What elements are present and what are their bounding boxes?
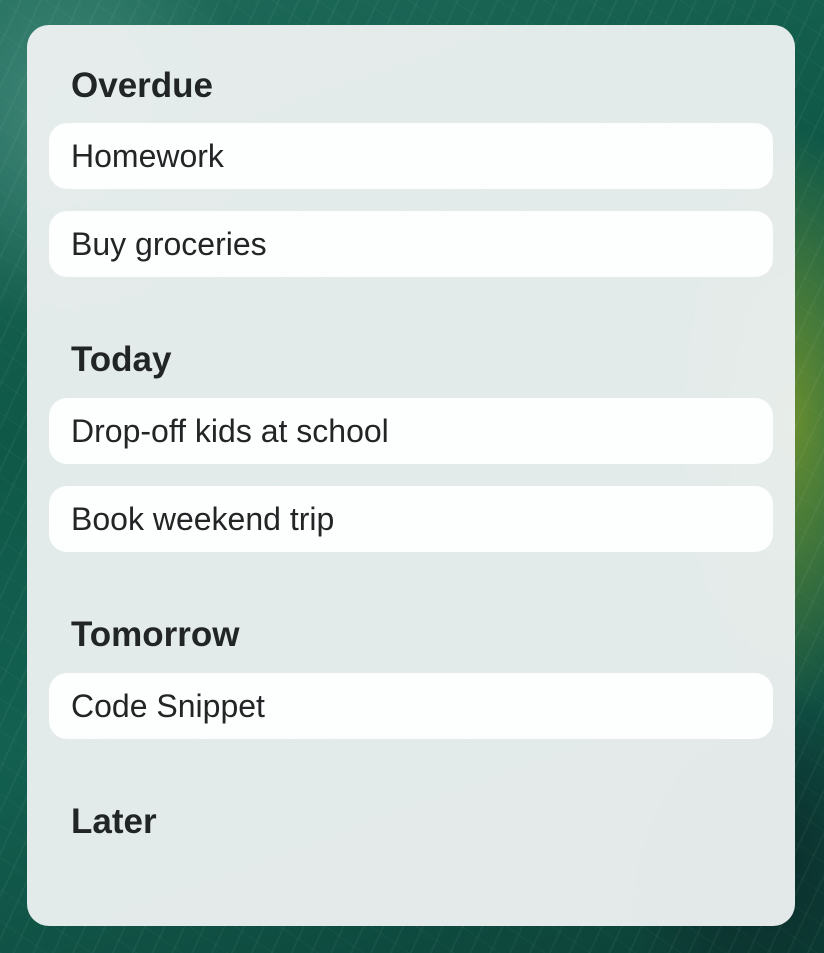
- section-header-today: Today: [71, 340, 172, 379]
- section-header-overdue: Overdue: [71, 66, 213, 105]
- task-item[interactable]: Homework: [49, 123, 773, 189]
- section-header-later: Later: [71, 802, 157, 841]
- task-list-widget: Overdue Homework Buy groceries Today Dro…: [27, 25, 795, 926]
- task-item[interactable]: Book weekend trip: [49, 486, 773, 552]
- task-item[interactable]: Drop-off kids at school: [49, 398, 773, 464]
- task-item[interactable]: Buy groceries: [49, 211, 773, 277]
- task-item[interactable]: Code Snippet: [49, 673, 773, 739]
- section-header-tomorrow: Tomorrow: [71, 615, 240, 654]
